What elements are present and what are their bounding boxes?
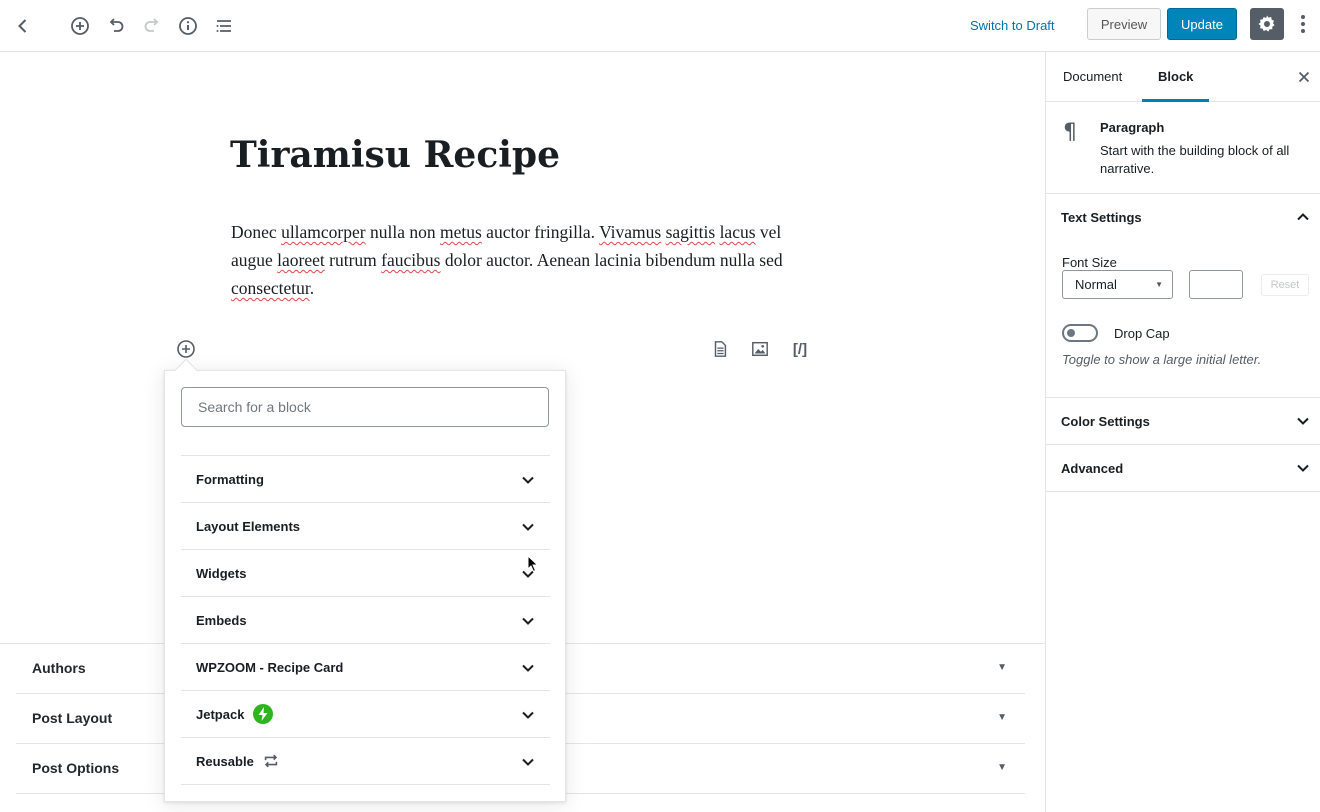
outline-icon[interactable] <box>210 12 238 40</box>
drop-cap-label: Drop Cap <box>1114 326 1170 341</box>
add-block-icon[interactable] <box>66 12 94 40</box>
text-run: auctor fringilla. <box>481 222 600 242</box>
category-label: Layout Elements <box>196 519 301 534</box>
triangle-down-icon[interactable]: ▼ <box>997 762 1007 773</box>
metabox-title: Authors <box>32 660 86 676</box>
category-reusable[interactable]: Reusable <box>181 738 550 785</box>
misspelled-word: sagittis <box>665 222 716 242</box>
block-card: ¶ Paragraph Start with the building bloc… <box>1046 102 1320 194</box>
category-wpzoom-recipe-card[interactable]: WPZOOM - Recipe Card <box>181 644 550 691</box>
category-embeds[interactable]: Embeds <box>181 597 550 644</box>
drop-cap-toggle[interactable] <box>1062 324 1098 342</box>
document-block-icon[interactable] <box>709 338 731 360</box>
metabox-title: Post Options <box>32 760 120 776</box>
settings-sidebar: Document Block ¶ Paragraph Start with th… <box>1045 52 1320 812</box>
misspelled-word: Vivamus <box>599 222 662 242</box>
misspelled-word: lacus <box>719 222 756 242</box>
triangle-down-icon[interactable]: ▼ <box>997 712 1007 723</box>
chevron-down-icon <box>522 617 534 625</box>
preview-button[interactable]: Preview <box>1087 8 1161 40</box>
block-name: Paragraph <box>1100 120 1165 135</box>
text-run: rutrum <box>324 250 382 270</box>
panel-title[interactable]: Text Settings <box>1061 210 1142 225</box>
image-block-icon[interactable] <box>749 338 771 360</box>
back-chevron-icon[interactable] <box>9 12 37 40</box>
post-title[interactable]: Tiramisu Recipe <box>230 130 830 180</box>
chevron-down-icon <box>522 664 534 672</box>
block-inserter-popover: Formatting Layout Elements Widgets Embed… <box>164 370 566 802</box>
text-run: Donec <box>231 222 282 242</box>
category-layout-elements[interactable]: Layout Elements <box>181 503 550 550</box>
redo-icon[interactable] <box>138 12 166 40</box>
category-label: Formatting <box>196 472 264 487</box>
advanced-panel[interactable]: Advanced <box>1046 445 1320 492</box>
triangle-down-icon[interactable]: ▼ <box>997 662 1007 673</box>
chevron-down-icon <box>522 476 534 484</box>
chevron-down-icon <box>522 523 534 531</box>
custom-font-size-input[interactable] <box>1189 270 1243 299</box>
chevron-down-icon <box>1297 417 1309 425</box>
chevron-down-icon <box>1297 464 1309 472</box>
misspelled-word: ullamcorper <box>281 222 366 242</box>
shortcode-block-icon[interactable]: [/] <box>786 338 814 360</box>
category-label: WPZOOM - Recipe Card <box>196 660 344 675</box>
toggle-knob <box>1067 329 1075 337</box>
reset-button[interactable]: Reset <box>1261 274 1309 296</box>
chevron-up-icon[interactable] <box>1295 209 1311 225</box>
switch-to-draft-button[interactable]: Switch to Draft <box>962 14 1063 38</box>
category-label: Reusable <box>196 754 254 769</box>
block-search-input[interactable] <box>181 387 549 427</box>
font-size-value: Normal <box>1075 277 1117 292</box>
inline-inserter-icon[interactable] <box>175 338 197 360</box>
info-icon[interactable] <box>174 12 202 40</box>
undo-icon[interactable] <box>102 12 130 40</box>
category-label: Jetpack <box>196 707 245 722</box>
category-widgets[interactable]: Widgets <box>181 550 550 597</box>
text-run: dolor auctor. Aenean lacinia bibendum nu… <box>440 250 783 270</box>
category-label: Embeds <box>196 613 247 628</box>
font-size-select[interactable]: Normal ▼ <box>1062 270 1173 299</box>
mouse-cursor-icon <box>527 555 539 573</box>
reusable-icon <box>261 751 281 771</box>
category-formatting[interactable]: Formatting <box>181 456 550 503</box>
text-run: nulla non <box>365 222 440 242</box>
color-settings-panel[interactable]: Color Settings <box>1046 398 1320 445</box>
sidebar-tabs: Document Block <box>1046 52 1320 102</box>
close-icon[interactable] <box>1296 69 1312 85</box>
text-settings-panel: Text Settings Font Size Normal ▼ Reset D… <box>1046 194 1320 398</box>
panel-title: Advanced <box>1061 461 1124 476</box>
misspelled-word: faucibus <box>381 250 441 270</box>
more-vertical-icon[interactable] <box>1290 10 1316 38</box>
paragraph-icon: ¶ <box>1063 120 1077 145</box>
panel-title: Color Settings <box>1061 414 1150 429</box>
tab-document[interactable]: Document <box>1047 52 1138 102</box>
drop-cap-help: Toggle to show a large initial letter. <box>1062 352 1262 367</box>
chevron-down-icon <box>522 711 534 719</box>
font-size-label: Font Size <box>1062 255 1117 270</box>
settings-button[interactable] <box>1250 8 1284 40</box>
triangle-down-icon: ▼ <box>1155 280 1163 289</box>
metabox-title: Post Layout <box>32 710 113 726</box>
block-category-list: Formatting Layout Elements Widgets Embed… <box>181 455 550 785</box>
editor-header: Switch to Draft Preview Update <box>0 0 1320 52</box>
text-run: . <box>309 278 315 298</box>
update-button[interactable]: Update <box>1167 8 1237 40</box>
tab-block[interactable]: Block <box>1142 52 1210 102</box>
chevron-down-icon <box>522 758 534 766</box>
gear-icon <box>1258 15 1275 32</box>
misspelled-word: laoreet <box>277 250 325 270</box>
jetpack-bolt-icon <box>253 704 273 724</box>
paragraph-block[interactable]: Donec ullamcorper nulla non metus auctor… <box>231 218 811 302</box>
misspelled-word: consectetur <box>231 278 310 298</box>
category-jetpack[interactable]: Jetpack <box>181 691 550 738</box>
misspelled-word: metus <box>439 222 482 242</box>
block-description: Start with the building block of all nar… <box>1100 143 1290 176</box>
category-label: Widgets <box>196 566 247 581</box>
